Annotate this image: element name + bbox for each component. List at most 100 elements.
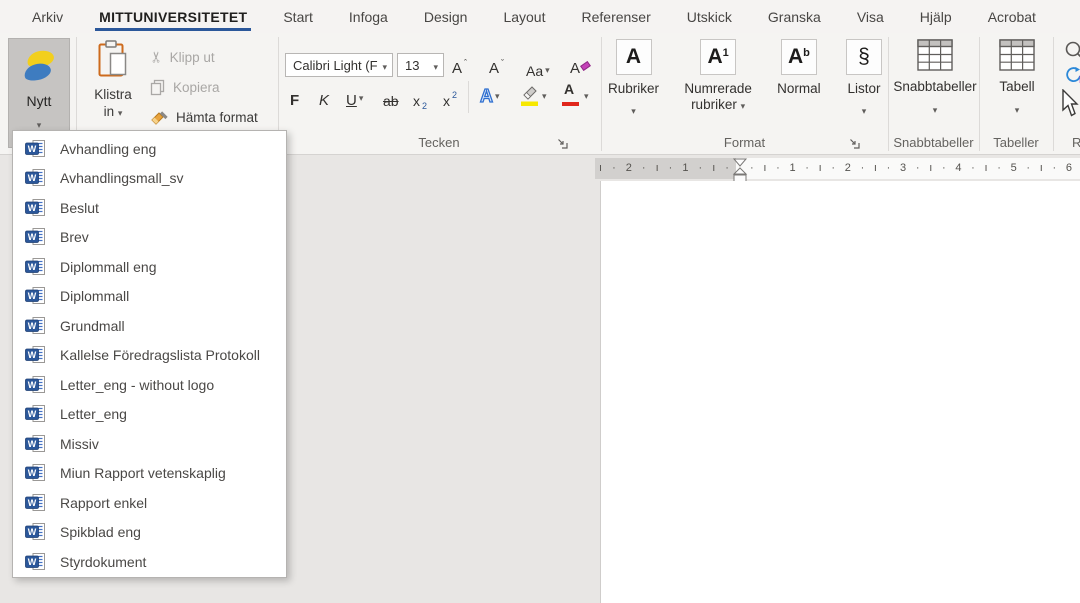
template-menu-item[interactable]: W Avhandlingsmall_sv [13,164,286,194]
template-menu-item[interactable]: W Rapport enkel [13,488,286,518]
template-menu-item[interactable]: W Spikblad eng [13,518,286,548]
chevron-down-icon [495,86,500,103]
format-painter-button[interactable]: Hämta format [150,105,258,129]
tab-hjalp[interactable]: Hjälp [902,0,970,33]
replace-button[interactable]: b [1064,66,1080,86]
svg-text:W: W [28,498,37,508]
word-document-icon: W [25,376,46,394]
subscript-button[interactable]: x 2 [413,85,427,109]
quick-tables-group-label: Snabbtabeller [888,135,979,150]
cut-button: ✂ Klipp ut [150,45,215,69]
editing-group-label-partial: R [1072,135,1080,150]
template-menu-item[interactable]: W Beslut [13,193,286,223]
tab-layout[interactable]: Layout [485,0,563,33]
text-effects-button[interactable]: A [480,83,500,107]
word-document-icon: W [25,523,46,541]
font-name-value: Calibri Light (F [286,58,382,73]
grow-font-button[interactable]: A ˆ [452,53,467,77]
tab-utskick[interactable]: Utskick [669,0,750,33]
svg-text:W: W [28,409,37,419]
template-menu-item[interactable]: W Grundmall [13,311,286,341]
highlight-color-button[interactable] [520,83,547,107]
underline-button[interactable]: U [346,85,363,109]
template-dropdown-menu: W Avhandling eng W Avhandlingsma [12,130,287,578]
font-dialog-launcher[interactable] [556,137,568,149]
shrink-font-button[interactable]: A ˇ [489,53,504,77]
svg-text:W: W [28,144,37,154]
chevron-down-icon [433,58,443,73]
copy-label: Kopiera [173,80,220,95]
change-case-button[interactable]: Aa [526,55,550,79]
lists-button[interactable]: § Listor [846,39,882,119]
tab-arkiv[interactable]: Arkiv [14,0,81,33]
template-menu-item[interactable]: W Diplommall eng [13,252,286,282]
text-effects-icon: A [480,86,493,107]
clear-formatting-icon: A [570,60,580,77]
word-window: Arkiv MITTUNIVERSITETET Start Infoga Des… [0,0,1080,603]
template-name: Avhandlingsmall_sv [60,170,183,186]
template-name: Beslut [60,200,99,216]
document-page[interactable] [600,181,1080,603]
insert-table-button[interactable]: Tabell [984,39,1050,118]
change-case-icon: Aa [526,63,543,79]
bold-button[interactable]: F [290,85,299,109]
svg-text:W: W [28,468,37,478]
underline-icon: U [346,92,357,109]
horizontal-ruler: ı·2·ı·1·ı· ·ı·1·ı·2·ı·3·ı·4·ı·5·ı·6 [595,158,1080,179]
cut-label: Klipp ut [170,50,215,65]
template-menu-item[interactable]: W Kallelse Föredragslista Protokoll [13,341,286,371]
shrink-font-icon: A [489,60,499,77]
font-size-combobox[interactable]: 13 [397,53,444,77]
eraser-icon [580,61,591,71]
chevron-down-icon [545,60,550,76]
tab-design[interactable]: Design [406,0,486,33]
select-button[interactable] [1062,89,1080,121]
template-menu-item[interactable]: W Letter_eng [13,400,286,430]
italic-icon: K [319,92,329,109]
template-name: Styrdokument [60,554,146,570]
quick-tables-button[interactable]: Snabbtabeller [893,39,977,118]
grow-font-icon: A [452,60,462,77]
tab-start[interactable]: Start [265,0,331,33]
template-menu-item[interactable]: W Brev [13,223,286,253]
italic-button[interactable]: K [319,85,329,109]
font-name-combobox[interactable]: Calibri Light (F [285,53,393,77]
numbered-headings-button[interactable]: A1 Numrerade rubriker [684,39,752,119]
template-menu-item[interactable]: W Miun Rapport vetenskaplig [13,459,286,489]
tab-referenser[interactable]: Referenser [564,0,669,33]
find-button[interactable] [1064,40,1080,62]
tab-granska[interactable]: Granska [750,0,839,33]
headings-button[interactable]: A Rubriker [608,39,659,119]
indent-marker[interactable] [732,158,748,183]
template-name: Spikblad eng [60,524,141,540]
font-color-button[interactable]: A [562,83,589,107]
format-dialog-launcher[interactable] [848,137,860,149]
strikethrough-button[interactable]: ab [383,85,399,109]
template-menu-item[interactable]: W Missiv [13,429,286,459]
template-name: Brev [60,229,89,245]
svg-text:W: W [28,527,37,537]
tab-acrobat[interactable]: Acrobat [970,0,1054,33]
tab-infoga[interactable]: Infoga [331,0,406,33]
chevron-down-icon [584,86,589,103]
chevron-down-icon [359,88,364,105]
ribbon-tab-bar: Arkiv MITTUNIVERSITETET Start Infoga Des… [0,0,1080,33]
template-name: Diplommall [60,288,129,304]
svg-text:W: W [28,173,37,183]
template-menu-item[interactable]: W Styrdokument [13,547,286,577]
template-menu-item[interactable]: W Diplommall [13,282,286,312]
strikethrough-icon: ab [383,93,399,109]
clear-formatting-button[interactable]: A [570,53,590,77]
ruler-body-ticks: ·ı·1·ı·2·ı·3·ı·4·ı·5·ı·6 [750,158,1072,179]
tab-mittuniversitetet[interactable]: MITTUNIVERSITETET [81,0,265,33]
tab-visa[interactable]: Visa [839,0,902,33]
word-document-icon: W [25,346,46,364]
template-menu-item[interactable]: W Avhandling eng [13,134,286,164]
template-menu-item[interactable]: W Letter_eng - without logo [13,370,286,400]
chevron-down-icon [382,58,392,73]
superscript-button[interactable]: x 2 [443,85,457,109]
word-document-icon: W [25,494,46,512]
normal-style-button[interactable]: Ab Normal [777,39,821,119]
tables-group-label: Tabeller [979,135,1053,150]
insert-table-label: Tabell [999,79,1034,94]
